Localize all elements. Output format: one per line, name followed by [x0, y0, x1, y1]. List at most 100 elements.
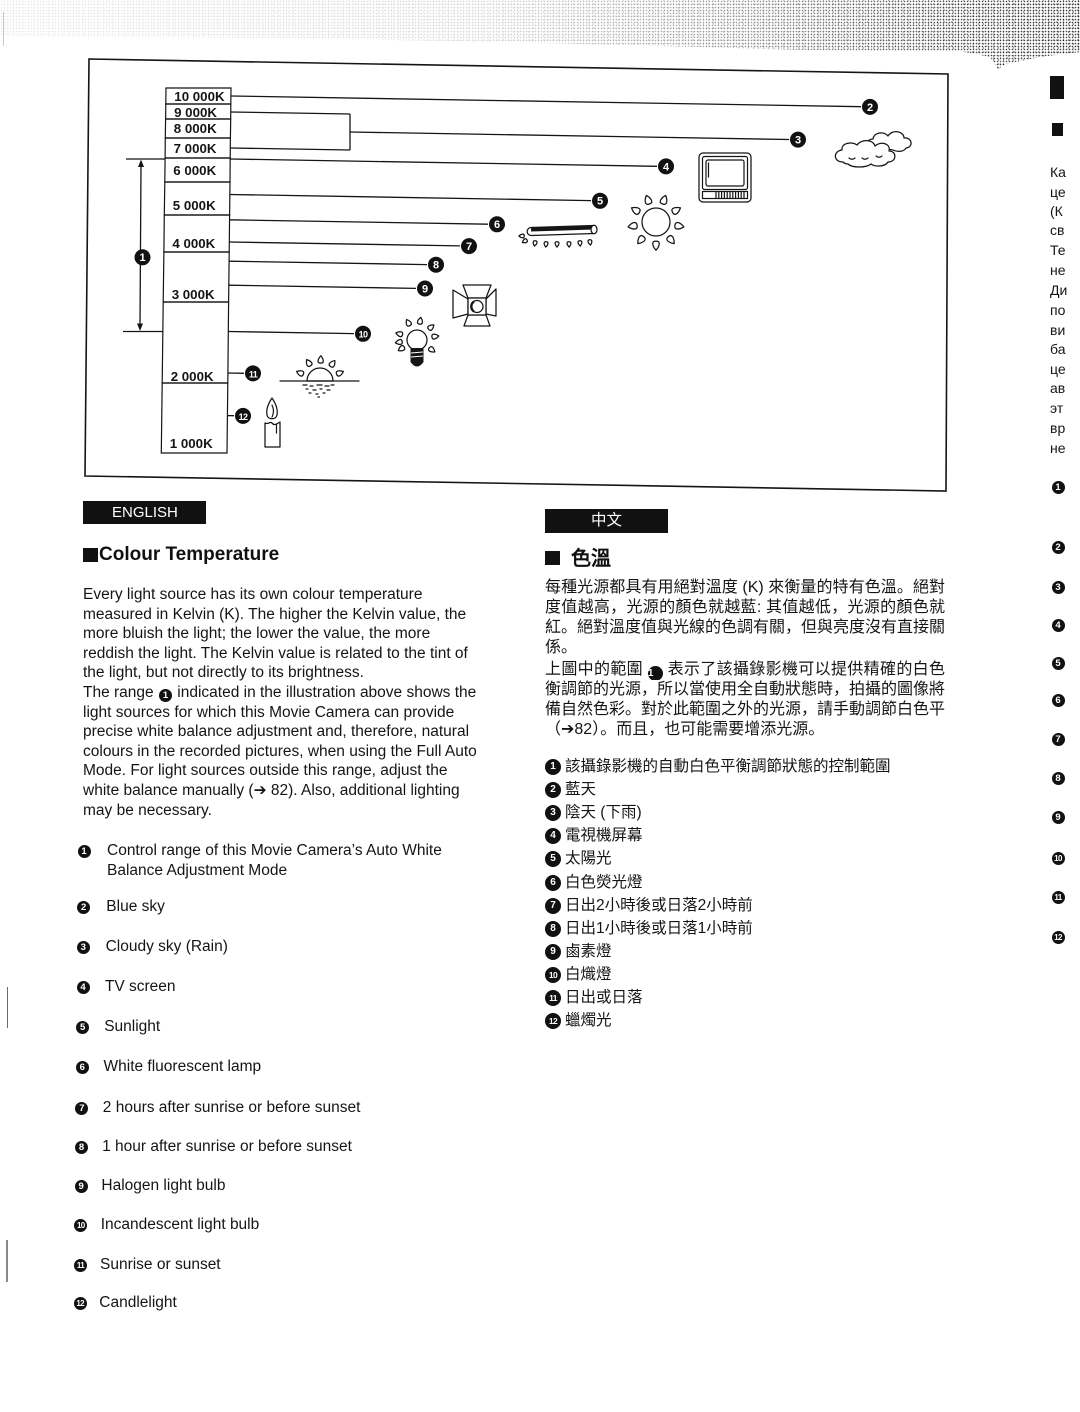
legend-number-badge: 8 [545, 920, 561, 937]
auto-white-balance-range-marker: 1 [123, 158, 166, 333]
body-line: 係。 [545, 639, 578, 656]
adjacent-page-text-fragment: не [1050, 262, 1066, 278]
adjacent-page-legend-badge: 9 [1051, 810, 1065, 824]
section-heading: Colour Temperature [99, 544, 280, 565]
adjacent-page-text-fragment: Те [1050, 242, 1066, 258]
inline-number-badge: 1 [647, 666, 663, 680]
adjacent-page-legend-badge: 7 [1051, 732, 1065, 746]
legend-number-badge: 9 [545, 943, 561, 960]
callout-number: 7 [466, 241, 472, 253]
text-segment: 上圖中的範圍 [545, 661, 648, 678]
legend-number-badge: 5 [545, 851, 561, 868]
legend-text: 太陽光 [565, 850, 612, 868]
callout-7: 7 [229, 238, 477, 255]
callout-number: 1 [139, 252, 145, 264]
language-tab-chinese: 中文 [545, 509, 668, 533]
callout-number: 12 [239, 412, 248, 422]
body-line: white balance manually (➔ 82). Also, add… [83, 781, 460, 799]
callout-12: 12 [227, 407, 251, 424]
cloud-icon [834, 131, 912, 168]
body-line: reddish the light. The Kelvin value is r… [83, 644, 468, 662]
body-line: The range 1 indicated in the illustratio… [83, 683, 477, 703]
adjacent-page-text-fragment: ба [1050, 341, 1066, 357]
legend-text: 白色熒光燈 [565, 873, 643, 891]
legend-text: Control range of this Movie Camera’s Aut… [107, 842, 442, 879]
legend-number-badge: 8 [75, 1140, 88, 1154]
adjacent-page-text-fragment: це [1050, 361, 1066, 377]
adjacent-page-text-fragment: ви [1050, 322, 1066, 338]
ray [660, 194, 669, 205]
scale-label: 8 000K [174, 121, 217, 136]
ray [578, 241, 582, 247]
adjacent-page-tab-marker [1050, 76, 1064, 99]
callout-number: 10 [359, 330, 368, 340]
ray [533, 240, 538, 246]
ray [296, 369, 305, 377]
body-line: colours in the recorded pictures, when u… [83, 742, 477, 760]
ray [417, 317, 423, 325]
ray [397, 345, 405, 353]
legend-number-badge: 1 [77, 844, 91, 858]
legend-number-badge: 11 [74, 1258, 87, 1272]
leader-line [230, 95, 862, 108]
leader-line [349, 131, 790, 141]
ray [628, 222, 638, 230]
legend-number-badge: 5 [76, 1020, 90, 1034]
legend-number-badge: 12 [73, 1296, 87, 1310]
callout-10: 10 [228, 325, 371, 342]
ray [567, 242, 571, 247]
section-heading-chinese: 色溫 [571, 548, 611, 570]
legend-text: 陰天 (下雨) [565, 804, 642, 822]
legend-text: Incandescent light bulb [100, 1216, 260, 1233]
text-segment: indicated in the illustration above show… [172, 683, 477, 701]
callout-2: 2 [230, 95, 878, 115]
legend-text: 1 hour after sunrise or before sunset [102, 1138, 352, 1155]
leader-line [139, 164, 142, 326]
body-line: measured in Kelvin (K). The higher the K… [83, 605, 467, 623]
ray [643, 194, 652, 205]
body-line: the light, but not directly to its brigh… [83, 664, 364, 682]
body-line: may be necessary. [83, 801, 212, 819]
adjacent-page-legend-badge: 11 [1051, 890, 1065, 904]
callout-4: 4 [230, 158, 674, 175]
legend-number-badge: 3 [545, 805, 561, 822]
legend-number-badge: 1 [545, 759, 561, 775]
legend-text: 2 hours after sunrise or before sunset [102, 1099, 361, 1116]
adjacent-page-text-fragment: ав [1050, 380, 1066, 396]
legend-number-badge: 12 [545, 1013, 561, 1030]
candle-icon [264, 397, 281, 448]
ray [521, 238, 528, 244]
inline-number-badge: 1 [158, 688, 172, 702]
callout-number: 3 [795, 135, 801, 147]
adjacent-page-text-fragment: це [1050, 184, 1066, 200]
language-tab-english: ENGLISH [83, 501, 206, 524]
adjacent-page-legend-badge: 6 [1051, 693, 1065, 707]
scale-label: 1 000K [170, 436, 213, 451]
temperature-scale: 10 000K9 000K8 000K 7 000K 6 000K 5 000K 4 0… [160, 87, 232, 454]
legend-number-badge: 10 [545, 966, 561, 983]
leader-line [230, 111, 351, 115]
legend-text: 日出2小時後或日落2小時前 [565, 896, 753, 914]
heading-bullet-icon [83, 548, 98, 562]
legend-text: Cloudy sky (Rain) [105, 938, 228, 955]
callout-number: 11 [249, 369, 258, 379]
body-line: more bluish the light; the lower the val… [83, 625, 431, 643]
adjacent-page-legend-badge: 12 [1051, 930, 1065, 944]
leader-line [228, 284, 417, 290]
body-line: 每種光源都具有用絕對溫度 (K) 來衡量的特有色溫。絕對溫 [545, 579, 945, 596]
callout-6: 6 [229, 216, 505, 233]
callout-number: 8 [433, 260, 439, 272]
arrow-down-icon [137, 323, 143, 331]
body-line: 備自然色彩。對於此範圍之外的光源，請手動調節白色平衡 [545, 701, 945, 718]
legend-text: Blue sky [106, 898, 165, 915]
body-paragraph: 上圖中的範圍 1 表示了該攝錄影機可以提供精確的白色平衡調節的光源，所以當使用全… [545, 660, 945, 740]
ray [630, 205, 641, 215]
scan-artifact [7, 987, 8, 1028]
adjacent-page-legend-badge: 3 [1051, 580, 1065, 594]
body-line: precise white balance adjustment and, th… [83, 723, 470, 741]
scale-label: 2 000K [171, 369, 214, 384]
sun-icon [628, 194, 685, 250]
callout-number: 5 [597, 196, 603, 208]
legend-text: 電視機屏幕 [565, 827, 643, 845]
body-line: 上圖中的範圍 1 表示了該攝錄影機可以提供精確的白色平 [545, 660, 945, 680]
